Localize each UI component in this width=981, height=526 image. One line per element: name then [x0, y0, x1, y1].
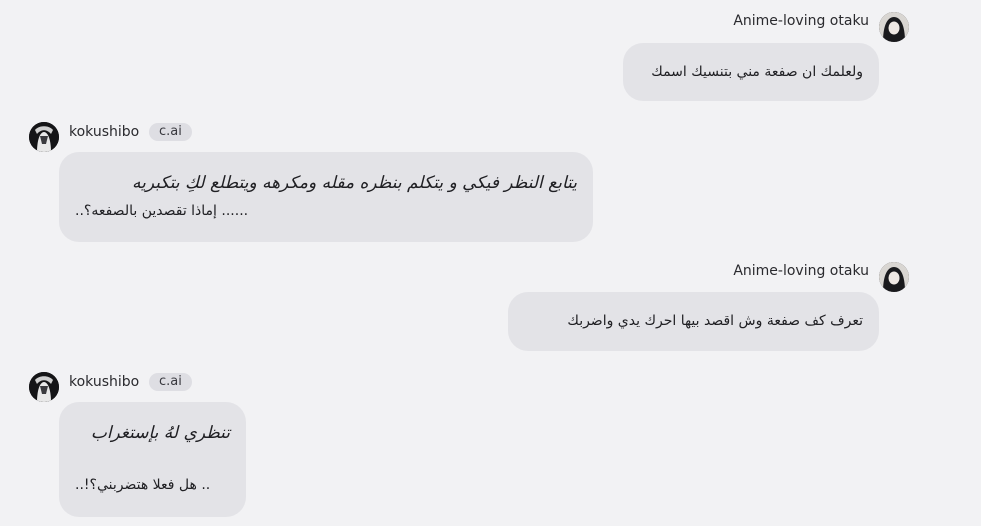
bot-avatar[interactable]	[29, 372, 59, 402]
user-name: Anime-loving otaku	[733, 13, 869, 29]
message-text: ولعلمك ان صفعة مني بتنسيك اسمك	[651, 64, 863, 80]
user-avatar[interactable]	[879, 12, 909, 42]
message-text: ..إماذا تقصدين بالصفعه؟ ......	[75, 203, 249, 219]
bot-avatar-image	[29, 122, 59, 152]
ai-badge: c.ai	[149, 123, 192, 141]
action-text: تنظري لهُ بإستغراب	[90, 423, 230, 443]
user-avatar-image	[879, 12, 909, 42]
action-text: يتابع النظر فيكي و يتكلم بنظره مقله ومكر…	[132, 173, 577, 193]
user-message-bubble: تعرف كف صفعة وش اقصد بيها احرك يدي واضرب…	[508, 292, 879, 351]
message-text: ..!هل فعلا هتضربني؟ ..	[75, 477, 211, 493]
bot-avatar-image	[29, 372, 59, 402]
user-message-bubble: ولعلمك ان صفعة مني بتنسيك اسمك	[623, 43, 879, 101]
message-text: تعرف كف صفعة وش اقصد بيها احرك يدي واضرب…	[567, 313, 863, 329]
user-avatar-image	[879, 262, 909, 292]
bot-avatar[interactable]	[29, 122, 59, 152]
bot-name: kokushibo	[69, 124, 140, 140]
bot-name: kokushibo	[69, 374, 140, 390]
user-name: Anime-loving otaku	[733, 263, 869, 279]
bot-message-bubble: تنظري لهُ بإستغراب ..!هل فعلا هتضربني؟ .…	[59, 402, 246, 517]
ai-badge: c.ai	[149, 373, 192, 391]
user-avatar[interactable]	[879, 262, 909, 292]
bot-message-bubble: يتابع النظر فيكي و يتكلم بنظره مقله ومكر…	[59, 152, 593, 242]
